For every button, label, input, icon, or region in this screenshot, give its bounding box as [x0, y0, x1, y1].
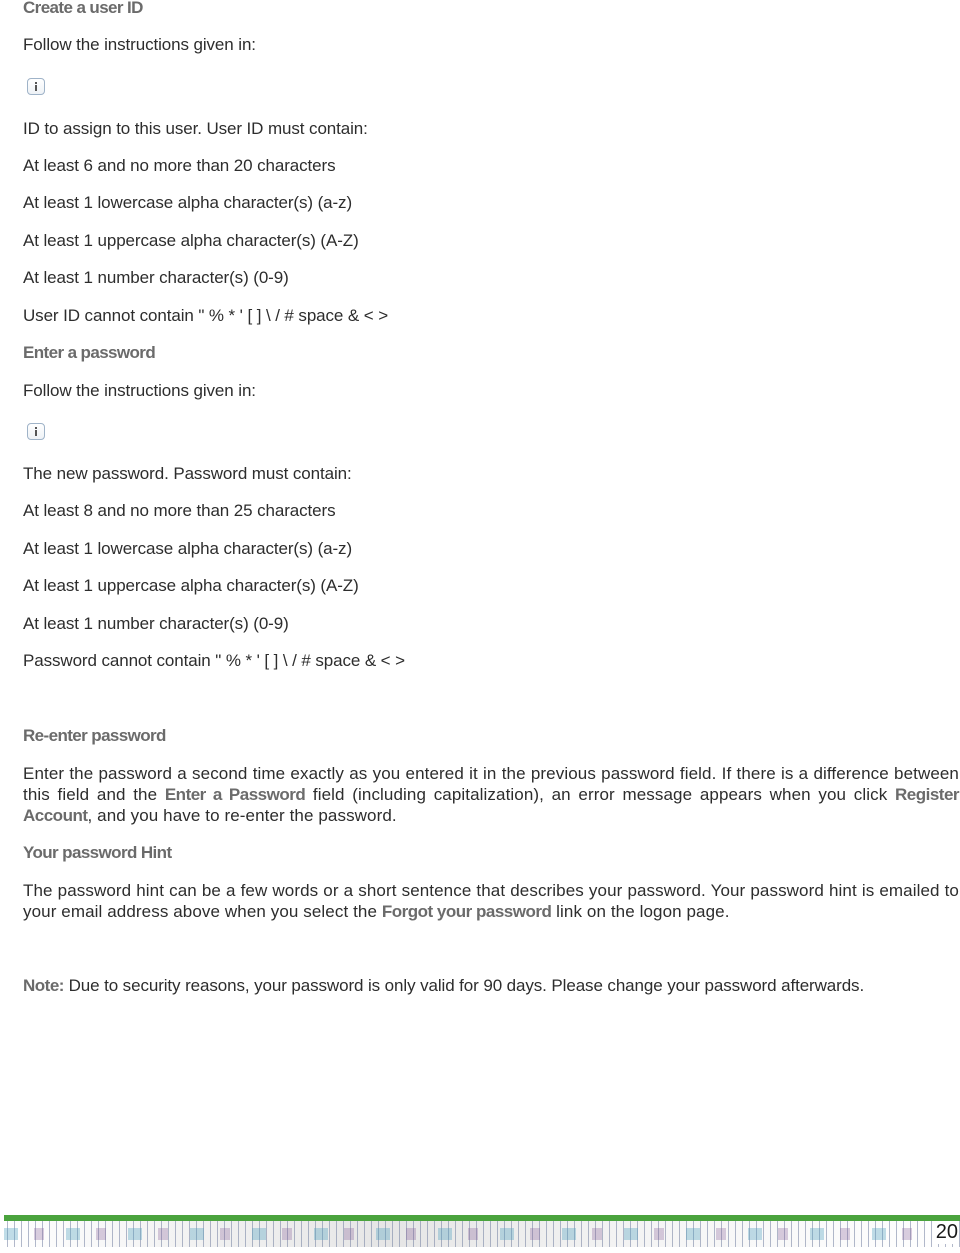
info-icon[interactable] — [27, 78, 45, 95]
reenter-heading: Re-enter password — [23, 726, 166, 745]
password-rule: At least 1 uppercase alpha character(s) … — [23, 576, 359, 595]
user-id-heading: Create a user ID — [23, 0, 143, 17]
note-paragraph: Note: Due to security reasons, your pass… — [23, 976, 864, 996]
reenter-text: field (including capitalization), an err… — [305, 785, 895, 804]
term-forgot-your-password: Forgot your password — [381, 902, 552, 921]
hint-heading: Your password Hint — [23, 843, 172, 862]
note-text: Due to security reasons, your password i… — [63, 976, 865, 995]
password-rule: Password cannot contain " % * ' [ ] \ / … — [23, 651, 405, 670]
password-rule: At least 1 lowercase alpha character(s) … — [23, 539, 353, 558]
user-id-intro: ID to assign to this user. User ID must … — [23, 119, 368, 138]
password-rule: At least 8 and no more than 25 character… — [23, 501, 336, 520]
user-id-rule: At least 1 number character(s) (0-9) — [23, 268, 289, 287]
hint-text: link on the logon page. — [551, 902, 730, 921]
password-rule: At least 1 number character(s) (0-9) — [23, 614, 289, 633]
page-number: 20 — [932, 1221, 958, 1244]
password-heading: Enter a password — [23, 343, 156, 362]
reenter-text: , and you have to re-enter the password. — [87, 806, 397, 825]
reenter-paragraph: Enter the password a second time exactly… — [23, 763, 960, 826]
password-follow-text: Follow the instructions given in: — [23, 381, 256, 400]
user-id-rule: User ID cannot contain " % * ' [ ] \ / #… — [23, 306, 389, 325]
user-id-rule: At least 6 and no more than 20 character… — [23, 156, 336, 175]
term-enter-a-password: Enter a Password — [164, 785, 306, 804]
user-id-rule: At least 1 uppercase alpha character(s) … — [23, 231, 359, 250]
user-id-rule: At least 1 lowercase alpha character(s) … — [23, 193, 353, 212]
hint-paragraph: The password hint can be a few words or … — [23, 880, 959, 922]
footer-decorative-accent — [4, 1228, 920, 1240]
info-icon[interactable] — [27, 423, 45, 440]
password-intro: The new password. Password must contain: — [23, 464, 352, 483]
note-label: Note: — [23, 976, 64, 995]
user-id-follow-text: Follow the instructions given in: — [23, 35, 256, 54]
